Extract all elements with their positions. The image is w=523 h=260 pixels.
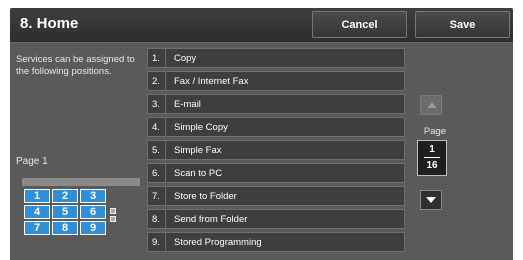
keypad-key-6: 6 <box>80 205 106 219</box>
divider <box>165 141 166 159</box>
divider <box>165 187 166 205</box>
list-item-label: Scan to PC <box>174 168 223 179</box>
keypad-side-square <box>110 208 116 214</box>
divider <box>165 164 166 182</box>
page-indicator-label: Page 1 <box>16 156 48 167</box>
divider <box>165 210 166 228</box>
list-item-label: Store to Folder <box>174 191 237 202</box>
divider <box>165 118 166 136</box>
keypad-key-4: 4 <box>24 205 50 219</box>
fraction-line <box>424 157 440 158</box>
list-item[interactable]: 4. Simple Copy <box>147 117 405 137</box>
keypad-key-5: 5 <box>52 205 78 219</box>
keypad-key-7: 7 <box>24 221 50 235</box>
list-item-number: 3. <box>152 99 160 110</box>
chevron-up-icon <box>427 102 437 108</box>
list-item-number: 1. <box>152 53 160 64</box>
save-button[interactable]: Save <box>415 11 510 38</box>
page-title: 8. Home <box>20 15 79 32</box>
keypad-top-bar <box>22 178 140 186</box>
list-item[interactable]: 2. Fax / Internet Fax <box>147 71 405 91</box>
list-item[interactable]: 1. Copy <box>147 48 405 68</box>
keypad-preview: 1 2 3 4 5 6 7 8 9 <box>22 178 140 242</box>
keypad-key-1: 1 <box>24 189 50 203</box>
list-item-label: Simple Fax <box>174 145 222 156</box>
divider <box>165 233 166 251</box>
divider <box>165 49 166 67</box>
scroll-down-button[interactable] <box>420 190 442 210</box>
list-item-number: 8. <box>152 214 160 225</box>
list-item-number: 2. <box>152 76 160 87</box>
total-page-number: 16 <box>426 160 438 171</box>
list-item[interactable]: 6. Scan to PC <box>147 163 405 183</box>
header-bar: 8. Home Cancel Save <box>10 8 513 43</box>
pager-caption: Page <box>423 126 447 137</box>
home-settings-panel: 8. Home Cancel Save Services can be assi… <box>10 8 513 260</box>
current-page-number: 1 <box>429 144 435 155</box>
keypad-key-2: 2 <box>52 189 78 203</box>
list-item-number: 6. <box>152 168 160 179</box>
list-item-number: 4. <box>152 122 160 133</box>
list-item-label: Send from Folder <box>174 214 248 225</box>
chevron-down-icon <box>426 197 436 203</box>
cancel-button[interactable]: Cancel <box>312 11 407 38</box>
list-item-label: Fax / Internet Fax <box>174 76 249 87</box>
keypad-side-square <box>110 216 116 222</box>
keypad-key-9: 9 <box>80 221 106 235</box>
list-item-label: Stored Programming <box>174 237 262 248</box>
list-item[interactable]: 3. E-mail <box>147 94 405 114</box>
keypad-key-8: 8 <box>52 221 78 235</box>
list-item-number: 7. <box>152 191 160 202</box>
page-counter: 1 16 <box>417 140 447 176</box>
list-item[interactable]: 9. Stored Programming <box>147 232 405 252</box>
list-item-label: Copy <box>174 53 197 64</box>
list-item-label: E-mail <box>174 99 201 110</box>
divider <box>165 95 166 113</box>
divider <box>165 72 166 90</box>
list-item-number: 9. <box>152 237 160 248</box>
list-item-number: 5. <box>152 145 160 156</box>
list-item-label: Simple Copy <box>174 122 228 133</box>
keypad-key-3: 3 <box>80 189 106 203</box>
list-item[interactable]: 5. Simple Fax <box>147 140 405 160</box>
scroll-up-button[interactable] <box>420 95 442 115</box>
list-item[interactable]: 8. Send from Folder <box>147 209 405 229</box>
description-text: Services can be assigned to the followin… <box>16 54 135 77</box>
list-item[interactable]: 7. Store to Folder <box>147 186 405 206</box>
